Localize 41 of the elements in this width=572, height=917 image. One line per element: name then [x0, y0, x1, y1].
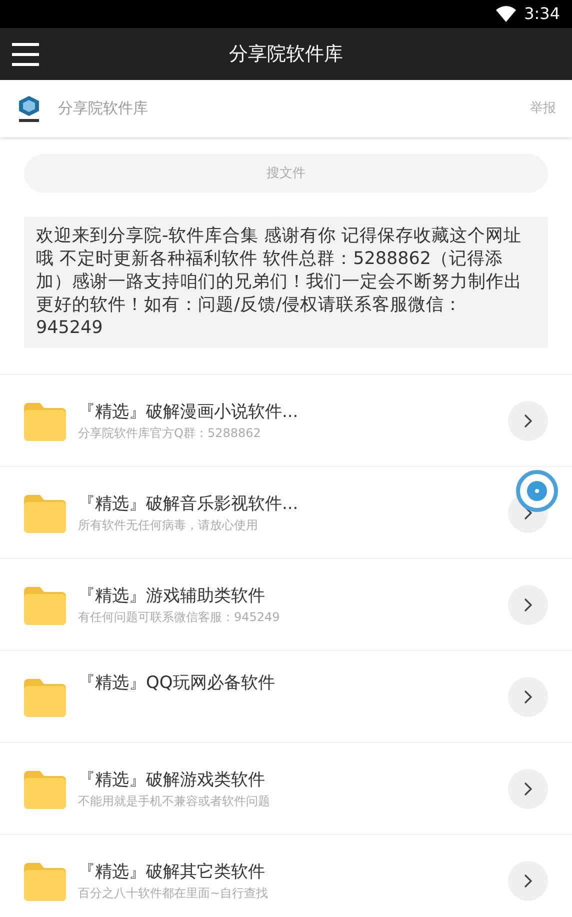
open-button[interactable] — [508, 768, 548, 808]
floating-button[interactable] — [516, 470, 558, 512]
logo-icon — [16, 94, 42, 124]
folder-title: 『精选』QQ玩网必备软件 — [78, 672, 276, 695]
open-button[interactable] — [508, 676, 548, 716]
chevron-right-icon — [524, 598, 532, 612]
chevron-right-icon — [524, 414, 532, 428]
chevron-right-icon — [524, 874, 532, 888]
folder-icon — [24, 860, 66, 900]
chevron-right-icon — [524, 690, 532, 704]
folder-icon — [24, 584, 66, 624]
folder-icon — [24, 768, 66, 808]
folder-title: 『精选』破解漫画小说软件... — [78, 400, 300, 424]
folder-row[interactable]: 『精选』破解其它类软件 百分之八十软件都在里面~自行查找 — [0, 835, 572, 917]
folder-title: 『精选』游戏辅助类软件 — [78, 584, 266, 608]
folder-subtitle: 百分之八十软件都在里面~自行查找 — [78, 884, 270, 902]
folder-icon — [24, 676, 66, 716]
site-name: 分享院软件库 — [58, 98, 148, 120]
chevron-right-icon — [524, 782, 532, 796]
search-field[interactable]: 搜文件 — [24, 154, 548, 193]
notice-text: 欢迎来到分享院-软件库合集 感谢有你 记得保存收藏这个网址哦 不定时更新各种福利软件 软件总群：5288862（记得添加）感谢一路支持咱们的兄弟们！我们一定会不断努力制作出更好的软件！如有：问题/反馈/侵权请联系客服微信：945249 — [36, 225, 523, 340]
folder-subtitle: 分享院软件库官方Q群：5288862 — [78, 424, 262, 442]
folder-subtitle: 所有软件无任何病毒，请放心使用 — [78, 516, 259, 534]
folder-subtitle: 不能用就是手机不兼容或者软件问题 — [78, 792, 271, 810]
folder-icon — [24, 400, 66, 440]
wifi-icon — [496, 6, 516, 22]
folder-title: 『精选』破解游戏类软件 — [78, 768, 266, 792]
open-button[interactable] — [508, 860, 548, 900]
folder-row[interactable]: 『精选』破解游戏类软件 不能用就是手机不兼容或者软件问题 — [0, 743, 572, 835]
folder-icon — [24, 492, 66, 532]
clock: 3:34 — [524, 3, 560, 25]
open-button[interactable] — [508, 400, 548, 440]
folder-subtitle: 有任何问题可联系微信客服：945249 — [78, 608, 281, 626]
dot-icon — [527, 481, 547, 501]
toolbar-title: 分享院软件库 — [229, 42, 343, 67]
open-button[interactable] — [508, 584, 548, 624]
folder-row[interactable]: 『精选』破解漫画小说软件... 分享院软件库官方Q群：5288862 — [0, 375, 572, 467]
folder-title: 『精选』破解音乐影视软件... — [78, 492, 300, 516]
folder-row[interactable]: 『精选』QQ玩网必备软件 — [0, 651, 572, 743]
folder-title: 『精选』破解其它类软件 — [78, 860, 266, 884]
folder-row[interactable]: 『精选』游戏辅助类软件 有任何问题可联系微信客服：945249 — [0, 559, 572, 651]
